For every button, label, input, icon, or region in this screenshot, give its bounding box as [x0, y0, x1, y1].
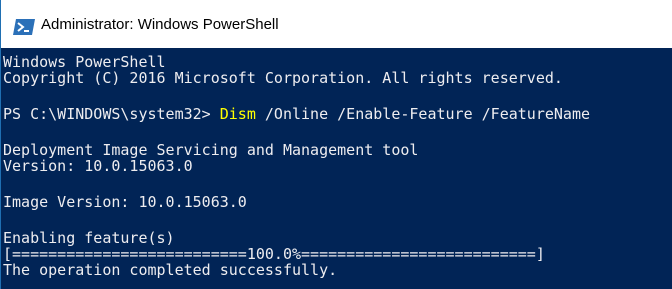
tool-version: Version: 10.0.15063.0 — [3, 157, 193, 175]
title-bar[interactable]: Administrator: Windows PowerShell — [1, 0, 672, 48]
prompt: PS C:\WINDOWS\system32> — [3, 105, 220, 123]
banner-line-1: Windows PowerShell — [3, 53, 166, 71]
tool-name: Deployment Image Servicing and Managemen… — [3, 141, 419, 159]
banner-line-2: Copyright (C) 2016 Microsoft Corporation… — [3, 69, 563, 87]
powershell-window: Administrator: Windows PowerShell Window… — [0, 0, 672, 289]
command-line: PS C:\WINDOWS\system32> Dism /Online /En… — [3, 106, 590, 122]
window-title: Administrator: Windows PowerShell — [41, 16, 279, 33]
result-message: The operation completed successfully. — [3, 261, 338, 279]
command-name: Dism — [219, 105, 256, 123]
command-arguments: /Online /Enable-Feature /FeatureName — [255, 105, 591, 123]
image-version: Image Version: 10.0.15063.0 — [3, 193, 247, 211]
console-output[interactable]: Windows PowerShell Copyright (C) 2016 Mi… — [1, 48, 672, 289]
enabling-status: Enabling feature(s) — [3, 229, 175, 247]
powershell-icon — [13, 19, 35, 35]
progress-bar: [==========================100.0%=======… — [3, 245, 545, 263]
